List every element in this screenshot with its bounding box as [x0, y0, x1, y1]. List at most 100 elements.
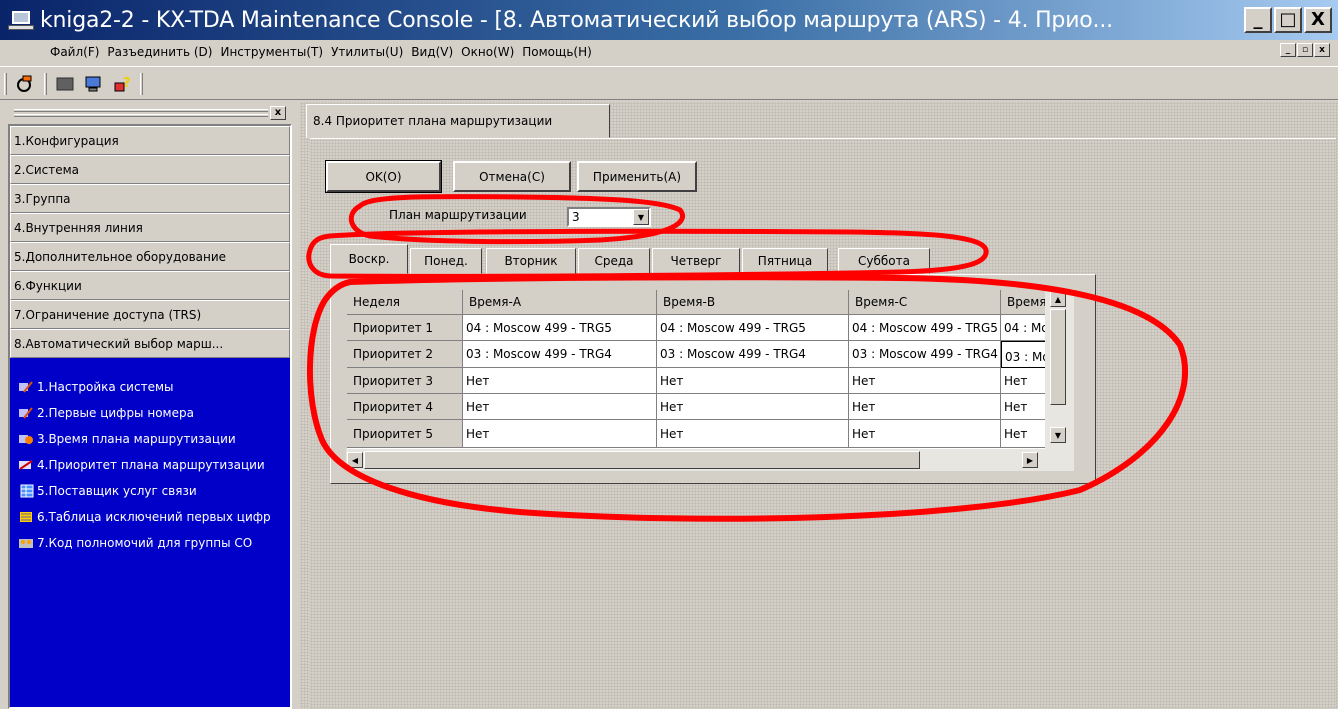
tab-thursday[interactable]: Четверг [652, 248, 740, 274]
scroll-up-icon[interactable]: ▲ [1050, 291, 1066, 307]
grid-cell[interactable]: Нет [463, 420, 657, 448]
grid-cell[interactable]: 04 : Moscow 499 - TRG5 [849, 315, 1001, 341]
menu-file[interactable]: Файл(F) [50, 45, 99, 59]
toolbar-grip-2[interactable] [44, 73, 47, 95]
nav-item-ars[interactable]: 8.Автоматический выбор марш... [10, 329, 290, 358]
minimize-button[interactable]: _ [1244, 7, 1272, 33]
grid-cell[interactable]: 04 : Moscow 499 - TRG5 [657, 315, 849, 341]
menu-view[interactable]: Вид(V) [411, 45, 453, 59]
column-header[interactable]: Время-A [463, 290, 657, 315]
close-button[interactable]: X [1304, 7, 1332, 33]
tab-wednesday[interactable]: Среда [578, 248, 650, 274]
cancel-button[interactable]: Отмена(C) [453, 161, 571, 192]
table-icon [20, 484, 34, 498]
nav-item-extension[interactable]: 4.Внутренняя линия [10, 213, 290, 242]
sub-item-routing-plan-priority[interactable]: 4.Приоритет плана маршрутизации [10, 452, 290, 478]
grid-cell[interactable]: Нет [849, 368, 1001, 394]
grid-cell[interactable]: 03 : Moscow 499 - TRG4 [657, 341, 849, 368]
sub-item-label: 1.Настройка системы [37, 380, 174, 394]
menu-help[interactable]: Помощь(H) [522, 45, 592, 59]
grid-cell[interactable]: Нет [463, 368, 657, 394]
grid-cell[interactable]: Нет [657, 394, 849, 420]
disconnect-button[interactable] [52, 72, 78, 96]
panel-header[interactable]: x [8, 104, 292, 124]
sub-item-label: 4.Приоритет плана маршрутизации [37, 458, 265, 472]
panel-close-button[interactable]: x [270, 106, 286, 120]
connect-icon [17, 75, 32, 92]
routing-plan-select[interactable]: 3 ▼ [567, 207, 651, 227]
row-header[interactable]: Приоритет 1 [347, 315, 463, 341]
menu-tools[interactable]: Инструменты(T) [220, 45, 323, 59]
nav-item-features[interactable]: 6.Функции [10, 271, 290, 300]
toolbar: ? [0, 66, 1338, 100]
disconnect-icon [56, 77, 74, 91]
horizontal-scroll-thumb[interactable] [364, 451, 920, 469]
column-header[interactable]: Время-C [849, 290, 1001, 315]
column-header[interactable]: Время-B [657, 290, 849, 315]
mdi-restore-button[interactable]: ▫ [1297, 43, 1313, 57]
grid-cell[interactable]: 03 : Moscow 499 - TRG4 [463, 341, 657, 368]
mdi-minimize-button[interactable]: _ [1280, 43, 1296, 57]
tab-monday[interactable]: Понед. [410, 248, 482, 274]
toolbar-grip-3[interactable] [140, 73, 143, 95]
help-button[interactable]: ? [110, 72, 136, 96]
menu-utilities[interactable]: Утилиты(U) [331, 45, 403, 59]
sub-item-routing-plan-time[interactable]: 3.Время плана маршрутизации [10, 426, 290, 452]
navigation-panel: x 1.Конфигурация 2.Система 3.Группа 4.Вн… [8, 104, 292, 709]
sub-item-carrier[interactable]: 5.Поставщик услуг связи [10, 478, 290, 504]
monitor-button[interactable] [80, 72, 106, 96]
vertical-scrollbar[interactable]: ▲ ▼ [1045, 289, 1074, 449]
sub-item-system-setting[interactable]: 1.Настройка системы [10, 374, 290, 400]
ok-button[interactable]: OK(O) [325, 160, 442, 193]
grid-cell[interactable]: 03 : Moscow 499 - TRG4 [849, 341, 1001, 368]
settings-icon [19, 407, 33, 419]
grid-cell[interactable]: Нет [849, 420, 1001, 448]
nav-item-optional-equipment[interactable]: 5.Дополнительное оборудование [10, 242, 290, 271]
tab-saturday[interactable]: Суббота [838, 248, 930, 274]
scroll-right-icon[interactable]: ▶ [1022, 452, 1038, 468]
priority-grid: Неделя Время-A Время-B Время-C Время-D П… [347, 290, 1060, 450]
tab-sunday[interactable]: Воскр. [330, 244, 408, 274]
nav-item-configuration[interactable]: 1.Конфигурация [10, 126, 290, 155]
menu-window[interactable]: Окно(W) [461, 45, 514, 59]
title-bar[interactable]: kniga2-2 - KX-TDA Maintenance Console - … [0, 0, 1338, 40]
nav-item-group[interactable]: 3.Группа [10, 184, 290, 213]
sub-item-label: 7.Код полномочий для группы CO [37, 536, 253, 550]
horizontal-scrollbar[interactable]: ◀ ▶ [346, 449, 1074, 471]
clock-settings-icon [19, 435, 33, 444]
grid-corner-header: Неделя [347, 290, 463, 315]
grid-cell[interactable]: Нет [657, 420, 849, 448]
menu-disconnect[interactable]: Разъединить (D) [107, 45, 212, 59]
row-header[interactable]: Приоритет 5 [347, 420, 463, 448]
connect-button[interactable] [12, 72, 38, 96]
grid-cell[interactable]: Нет [463, 394, 657, 420]
toolbar-grip[interactable] [4, 73, 7, 95]
tab-friday[interactable]: Пятница [742, 248, 828, 274]
settings-icon [19, 381, 33, 393]
mdi-close-button[interactable]: x [1314, 43, 1330, 57]
tab-tuesday[interactable]: Вторник [486, 248, 576, 274]
row-header[interactable]: Приоритет 2 [347, 341, 463, 368]
tab-routing-plan-priority[interactable]: 8.4 Приоритет плана маршрутизации [306, 104, 610, 138]
routing-plan-label: План маршрутизации [389, 208, 527, 222]
svg-text:?: ? [123, 76, 131, 91]
scroll-left-icon[interactable]: ◀ [347, 452, 363, 468]
maximize-button[interactable]: □ [1274, 7, 1302, 33]
sub-item-exception-table[interactable]: 6.Таблица исключений первых цифр [10, 504, 290, 530]
grid-cell[interactable]: Нет [657, 368, 849, 394]
vertical-scroll-thumb[interactable] [1050, 309, 1066, 405]
row-header[interactable]: Приоритет 4 [347, 394, 463, 420]
scroll-down-icon[interactable]: ▼ [1050, 427, 1066, 443]
nav-item-system[interactable]: 2.Система [10, 155, 290, 184]
row-header[interactable]: Приоритет 3 [347, 368, 463, 394]
sub-item-leading-digits[interactable]: 2.Первые цифры номера [10, 400, 290, 426]
apply-button[interactable]: Применить(A) [577, 161, 697, 192]
navigation-tree: 1.Конфигурация 2.Система 3.Группа 4.Внут… [8, 124, 292, 709]
dropdown-arrow-icon[interactable]: ▼ [633, 209, 649, 225]
sub-item-label: 5.Поставщик услуг связи [37, 484, 197, 498]
exception-icon [20, 512, 32, 522]
grid-cell[interactable]: 04 : Moscow 499 - TRG5 [463, 315, 657, 341]
sub-item-authorization-code[interactable]: 7.Код полномочий для группы CO [10, 530, 290, 556]
nav-item-trs[interactable]: 7.Ограничение доступа (TRS) [10, 300, 290, 329]
grid-cell[interactable]: Нет [849, 394, 1001, 420]
